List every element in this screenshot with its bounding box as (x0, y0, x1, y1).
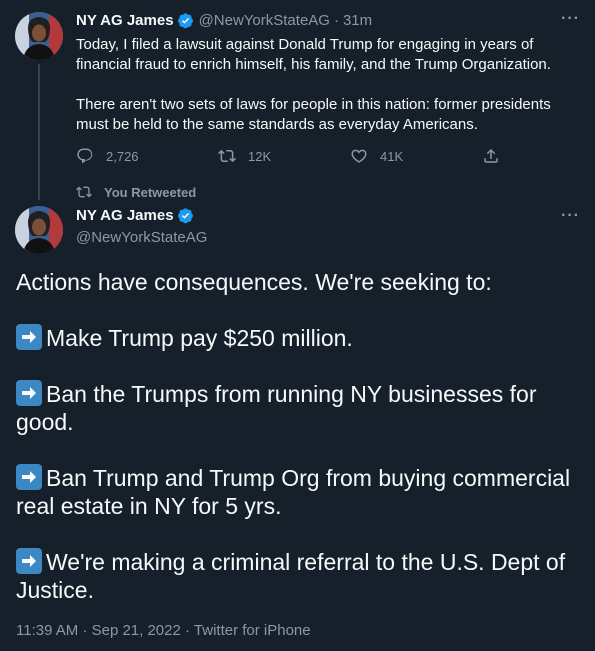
tweet-line-text: Make Trump pay $250 million. (46, 325, 353, 351)
right-arrow-emoji-icon (16, 548, 42, 574)
thread-connector-line (38, 64, 40, 200)
share-icon (484, 148, 498, 163)
tweet2-header: NY AG James (76, 207, 194, 224)
verified-badge-icon (177, 207, 194, 224)
reply-icon (77, 148, 93, 164)
tweet-line: Actions have consequences. We're seeking… (16, 268, 581, 296)
right-arrow-emoji-icon (16, 464, 42, 490)
tweet-line: Ban the Trumps from running NY businesse… (16, 380, 581, 436)
tweet-line-text: Ban the Trumps from running NY businesse… (16, 381, 537, 435)
more-options-icon[interactable]: ··· (561, 10, 580, 28)
author-name[interactable]: NY AG James (76, 12, 174, 29)
tweet-line: Ban Trump and Trump Org from buying comm… (16, 464, 581, 520)
avatar[interactable] (15, 12, 63, 60)
tweet-line-text: We're making a criminal referral to the … (16, 549, 566, 603)
tweet-timestamp[interactable]: 11:39 AM · Sep 21, 2022 · Twitter for iP… (16, 622, 311, 639)
tweet-paragraph: There aren't two sets of laws for people… (76, 96, 551, 133)
tweet-paragraph: Today, I filed a lawsuit against Donald … (76, 36, 551, 73)
author-handle[interactable]: @NewYorkStateAG (76, 229, 207, 246)
heart-icon (351, 149, 367, 163)
tweet-line: We're making a criminal referral to the … (16, 548, 581, 604)
reply-count: 2,726 (106, 148, 139, 164)
separator-dot: · (333, 12, 339, 29)
tweet1-actions: 2,726 12K 41K (76, 145, 506, 167)
retweet-button[interactable]: 12K (218, 147, 271, 165)
tweet1-text: Today, I filed a lawsuit against Donald … (76, 35, 576, 155)
retweet-icon (76, 186, 92, 198)
tweet1-header: NY AG James @NewYorkStateAG · 31m (76, 12, 372, 29)
like-button[interactable]: 41K (350, 147, 403, 165)
author-name[interactable]: NY AG James (76, 207, 174, 224)
avatar[interactable] (15, 206, 63, 254)
reply-button[interactable]: 2,726 (76, 147, 139, 165)
tweet-line: Make Trump pay $250 million. (16, 324, 581, 352)
retweet-context[interactable]: You Retweeted (76, 184, 196, 200)
tweet-line-text: Ban Trump and Trump Org from buying comm… (16, 465, 571, 519)
tweet2-text: Actions have consequences. We're seeking… (16, 268, 581, 632)
like-count: 41K (380, 148, 404, 164)
tweet-line-text: Actions have consequences. We're seeking… (16, 269, 492, 295)
verified-badge-icon (177, 12, 194, 29)
right-arrow-emoji-icon (16, 324, 42, 350)
retweet-icon (218, 149, 236, 163)
right-arrow-emoji-icon (16, 380, 42, 406)
retweet-context-label: You Retweeted (104, 184, 197, 200)
more-options-icon[interactable]: ··· (561, 207, 580, 225)
tweet-time[interactable]: 31m (343, 12, 372, 29)
share-button[interactable] (482, 147, 500, 165)
author-handle[interactable]: @NewYorkStateAG (199, 12, 330, 29)
retweet-count: 12K (248, 148, 272, 164)
